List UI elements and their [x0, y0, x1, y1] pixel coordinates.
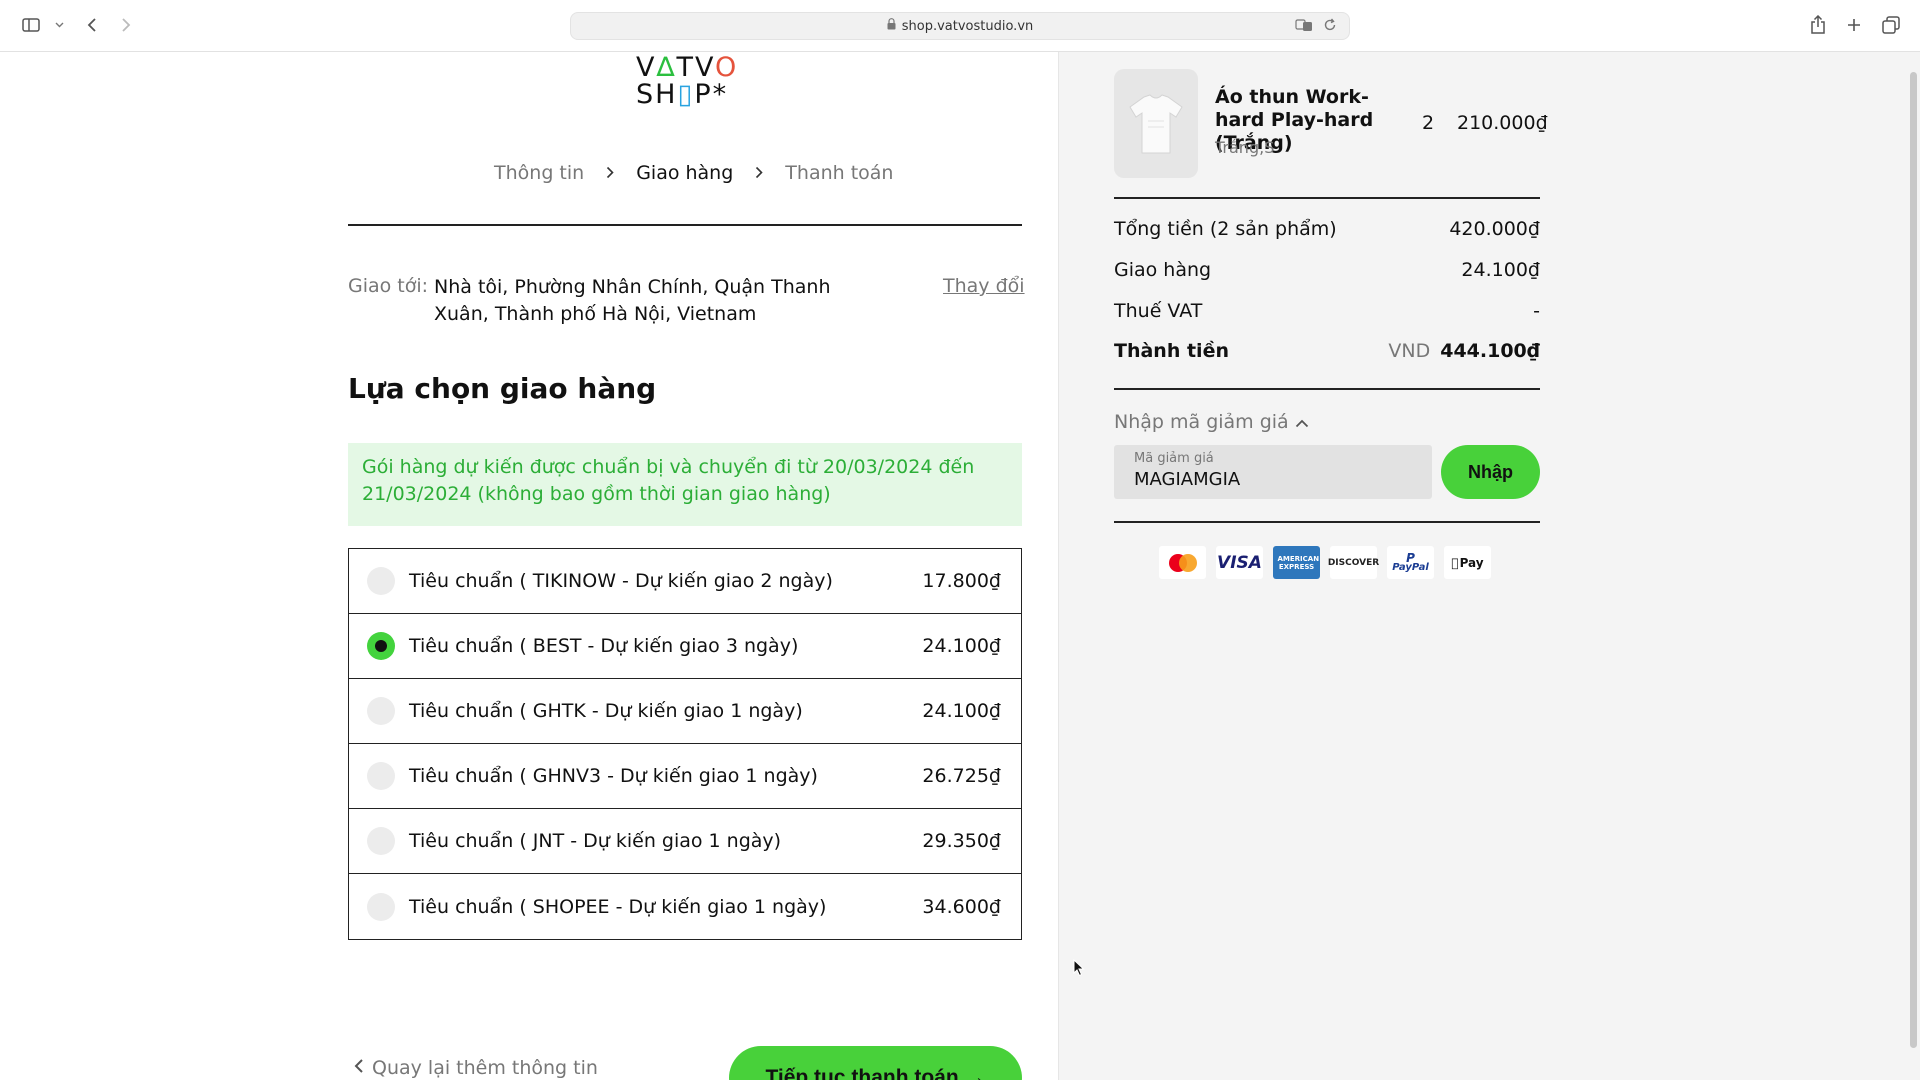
subtotal-label: Tổng tiền (2 sản phẩm) — [1114, 218, 1337, 240]
discover-icon: DISCOVER — [1328, 546, 1379, 579]
divider — [348, 224, 1022, 226]
translate-icon[interactable] — [1295, 18, 1313, 36]
subtotal-row: Tổng tiền (2 sản phẩm) 420.000₫ — [1114, 218, 1540, 240]
shipping-option-best[interactable]: Tiêu chuẩn ( BEST - Dự kiến giao 3 ngày)… — [349, 614, 1021, 679]
radio-button[interactable] — [367, 697, 395, 725]
option-label: Tiêu chuẩn ( GHNV3 - Dự kiến giao 1 ngày… — [409, 765, 818, 787]
radio-button-selected[interactable] — [367, 632, 395, 660]
coupon-input[interactable]: Mã giảm giá MAGIAMGIA — [1114, 445, 1432, 499]
mouse-cursor-icon — [1073, 958, 1085, 981]
vat-label: Thuế VAT — [1114, 300, 1203, 322]
url-text: shop.vatvostudio.vn — [901, 18, 1034, 34]
paypal-icon: P PayPal — [1387, 546, 1434, 579]
radio-button[interactable] — [367, 762, 395, 790]
scrollbar[interactable] — [1906, 52, 1920, 1080]
product-variant: Trắng,S — [1215, 138, 1275, 157]
radio-button[interactable] — [367, 567, 395, 595]
product-quantity: 2 — [1422, 112, 1435, 134]
radio-button[interactable] — [367, 827, 395, 855]
shipping-fee-row: Giao hàng 24.100₫ — [1114, 259, 1540, 281]
back-to-info-link[interactable]: Quay lại thêm thông tin — [354, 1057, 598, 1079]
option-price: 17.800₫ — [922, 570, 1001, 592]
option-price: 24.100₫ — [922, 700, 1001, 722]
new-tab-icon[interactable] — [1844, 14, 1864, 36]
divider — [1114, 388, 1540, 390]
shipping-fee-label: Giao hàng — [1114, 259, 1212, 281]
shipping-notice: Gói hàng dự kiến được chuẩn bị và chuyển… — [348, 443, 1022, 526]
total-currency: VND — [1388, 340, 1431, 362]
product-thumbnail — [1114, 69, 1198, 178]
radio-button[interactable] — [367, 892, 395, 921]
breadcrumb: Thông tin Giao hàng Thanh toán — [494, 162, 893, 184]
option-price: 34.600₫ — [922, 895, 1001, 918]
option-label: Tiêu chuẩn ( JNT - Dự kiến giao 1 ngày) — [409, 830, 782, 852]
breadcrumb-info[interactable]: Thông tin — [494, 162, 584, 184]
chevron-left-icon — [354, 1057, 364, 1079]
back-arrow-icon[interactable] — [84, 14, 100, 36]
option-label: Tiêu chuẩn ( SHOPEE - Dự kiến giao 1 ngà… — [409, 895, 827, 918]
shipping-options: Tiêu chuẩn ( TIKINOW - Dự kiến giao 2 ng… — [348, 548, 1022, 940]
shipping-option-jnt[interactable]: Tiêu chuẩn ( JNT - Dự kiến giao 1 ngày) … — [349, 809, 1021, 874]
order-summary: Áo thun Work-hard Play-hard (Trắng) Trắn… — [1058, 52, 1920, 1080]
payment-methods: VISA AMERICAN EXPRESS DISCOVER PPayPal … — [1159, 546, 1491, 579]
divider — [1114, 521, 1540, 523]
divider — [1114, 197, 1540, 199]
option-label: Tiêu chuẩn ( TIKINOW - Dự kiến giao 2 ng… — [409, 570, 833, 592]
sidebar-toggle-icon[interactable] — [20, 14, 42, 36]
mastercard-icon — [1159, 546, 1206, 579]
apple-pay-icon: Pay — [1444, 546, 1491, 579]
checkout-main: V∆TVO SH▯P* Thông tin Giao hàng Thanh to… — [0, 52, 1058, 1080]
coupon-toggle[interactable]: Nhập mã giảm giá — [1114, 411, 1309, 433]
amex-icon: AMERICAN EXPRESS — [1273, 546, 1320, 579]
option-label: Tiêu chuẩn ( BEST - Dự kiến giao 3 ngày) — [409, 635, 799, 657]
breadcrumb-payment: Thanh toán — [785, 162, 894, 184]
shipping-option-shopee[interactable]: Tiêu chuẩn ( SHOPEE - Dự kiến giao 1 ngà… — [349, 874, 1021, 939]
coupon-toggle-label: Nhập mã giảm giá — [1114, 411, 1289, 433]
shipping-option-tikinow[interactable]: Tiêu chuẩn ( TIKINOW - Dự kiến giao 2 ng… — [349, 549, 1021, 614]
store-logo[interactable]: V∆TVO SH▯P* — [636, 54, 738, 108]
address-bar[interactable]: shop.vatvostudio.vn — [570, 12, 1350, 40]
option-label: Tiêu chuẩn ( GHTK - Dự kiến giao 1 ngày) — [409, 700, 803, 722]
coupon-value: MAGIAMGIA — [1134, 469, 1241, 490]
chevron-up-icon — [1295, 411, 1309, 433]
option-price: 29.350₫ — [922, 830, 1001, 852]
chevron-down-icon[interactable] — [52, 14, 66, 36]
lock-icon — [887, 18, 896, 34]
change-address-link[interactable]: Thay đổi — [943, 275, 1025, 297]
reload-icon[interactable] — [1323, 18, 1337, 36]
vat-row: Thuế VAT - — [1114, 300, 1540, 322]
subtotal-value: 420.000₫ — [1449, 218, 1540, 240]
total-value: 444.100₫ — [1440, 340, 1540, 362]
apply-coupon-button[interactable]: Nhập — [1441, 445, 1540, 499]
browser-toolbar: shop.vatvostudio.vn — [0, 0, 1920, 52]
scrollbar-thumb[interactable] — [1910, 72, 1917, 1048]
share-icon[interactable] — [1808, 14, 1828, 36]
product-price: 210.000₫ — [1457, 112, 1548, 134]
visa-icon: VISA — [1216, 546, 1263, 579]
back-link-label: Quay lại thêm thông tin — [372, 1057, 598, 1079]
coupon-placeholder: Mã giảm giá — [1134, 451, 1214, 466]
total-label: Thành tiền — [1114, 340, 1229, 362]
option-price: 26.725₫ — [922, 765, 1001, 787]
ship-to-address: Nhà tôi, Phường Nhân Chính, Quận Thanh X… — [434, 276, 831, 325]
forward-arrow-icon[interactable] — [118, 14, 134, 36]
shipping-option-ghtk[interactable]: Tiêu chuẩn ( GHTK - Dự kiến giao 1 ngày)… — [349, 679, 1021, 744]
tabs-overview-icon[interactable] — [1880, 14, 1902, 36]
shipping-fee-value: 24.100₫ — [1461, 259, 1540, 281]
section-title: Lựa chọn giao hàng — [348, 372, 657, 405]
option-price: 24.100₫ — [922, 635, 1001, 657]
shipping-option-ghnv3[interactable]: Tiêu chuẩn ( GHNV3 - Dự kiến giao 1 ngày… — [349, 744, 1021, 809]
chevron-right-icon — [755, 163, 763, 184]
chevron-right-icon — [606, 163, 614, 184]
breadcrumb-shipping: Giao hàng — [636, 162, 734, 184]
ship-to-label: Giao tới: — [348, 275, 429, 297]
total-row: Thành tiền VND 444.100₫ — [1114, 340, 1540, 362]
continue-to-payment-button[interactable]: Tiếp tục thanh toán → — [729, 1046, 1022, 1080]
vat-value: - — [1533, 300, 1540, 322]
